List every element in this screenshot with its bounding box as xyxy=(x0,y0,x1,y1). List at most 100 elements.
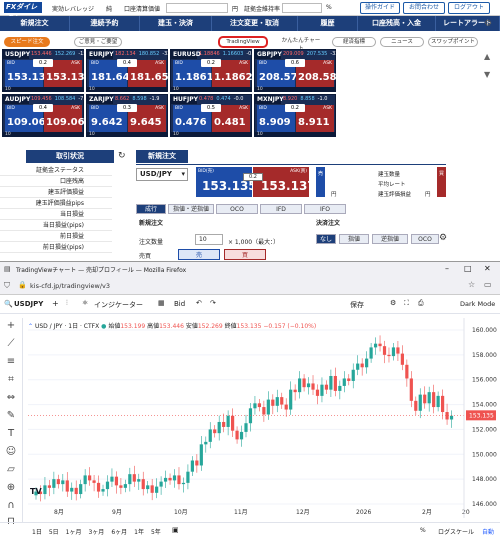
symbol-select[interactable]: USD/JPY ▾ xyxy=(136,168,188,181)
zoom-icon[interactable]: ⊕ xyxy=(4,482,18,494)
range-button[interactable]: 5日 xyxy=(49,527,59,536)
close-type-tab[interactable]: OCO xyxy=(411,234,439,244)
rate-panel[interactable]: EURUSD 1.18846 1.16603 -0.7 BID 1.18618 ASK 1.1… xyxy=(170,49,260,92)
nav-history[interactable]: 履歴 xyxy=(298,16,358,31)
rate-panel[interactable]: USDJPY 153.446 152.269 -15.7 BID 153.135 ASK 15… xyxy=(2,49,92,92)
camera-icon[interactable]: ⎙ xyxy=(418,299,424,308)
easy-chart-button[interactable]: かんたんチャート xyxy=(280,37,322,52)
auto-scale-toggle[interactable]: 自動 xyxy=(482,527,494,536)
rate-panel[interactable]: EURJPY 182.134 180.852 -32.2 BID 181.648 ASK 18… xyxy=(86,49,176,92)
rate-panel[interactable]: HUFJPY 0.478 0.474 -0.0 BID 0.476 ASK 0.481 0.5 1… xyxy=(170,94,252,137)
lock-icon[interactable]: 🔒 xyxy=(18,281,27,289)
economic-button[interactable]: 経済指標 xyxy=(332,37,376,47)
bar-type-icon[interactable]: ⫶ xyxy=(66,299,68,308)
brush-icon[interactable]: ✎ xyxy=(4,410,18,422)
contact-button[interactable]: お問合わせ xyxy=(403,2,445,14)
panel-lots[interactable]: 10 xyxy=(173,87,179,92)
nav-balance[interactable]: 口座残高・入金 xyxy=(358,16,436,31)
qty-input[interactable]: 10 xyxy=(195,234,223,245)
reader-icon[interactable]: ▭ xyxy=(484,280,492,289)
rate-panel[interactable]: MXNJPY 8.920 8.858 -1.0 BID 8.909 ASK 8.911 0.2 1… xyxy=(254,94,336,137)
nav-new-order[interactable]: 新規注文 xyxy=(0,16,70,31)
rate-panel[interactable]: AUDJPY 109.456 108.584 -7.9 BID 109.062 ASK 109… xyxy=(2,94,92,137)
panel-header: GBPJPY 209.009 207.535 -32.8 xyxy=(255,50,343,59)
panel-scroll[interactable]: ▲ ▼ xyxy=(484,52,494,96)
fullscreen-icon[interactable]: ⛶ xyxy=(404,299,409,308)
maximize-icon[interactable]: □ xyxy=(464,264,472,273)
range-button[interactable]: 5年 xyxy=(151,527,161,536)
nav-position[interactable]: 建玉・決済 xyxy=(140,16,212,31)
goto-date-icon[interactable]: ▣ xyxy=(172,526,179,534)
panel-lots[interactable]: 10 xyxy=(5,87,11,92)
undo-icon[interactable]: ↶ xyxy=(196,299,202,307)
gear-icon[interactable]: ⚙ xyxy=(484,19,492,29)
layout-icon[interactable]: ▦ xyxy=(158,299,165,307)
range-button[interactable]: 1年 xyxy=(134,527,144,536)
range-button[interactable]: 6ヶ月 xyxy=(111,527,127,536)
fib-icon[interactable]: ≡ xyxy=(4,356,18,368)
speed-order-button[interactable]: スピード注文 xyxy=(4,37,50,47)
tradingview-button[interactable]: TradingView xyxy=(218,36,268,48)
logout-button[interactable]: ログアウト xyxy=(448,2,490,14)
nav-continuous[interactable]: 連続予約 xyxy=(70,16,140,31)
order-type-tab[interactable]: 指値・逆指値 xyxy=(168,204,214,214)
log-scale-toggle[interactable]: ログスケール xyxy=(438,527,474,536)
darkmode-toggle[interactable]: Dark Mode xyxy=(460,300,495,308)
panel-lots[interactable]: 10 xyxy=(5,132,11,137)
order-bid-box[interactable]: BID(売) 153.135 xyxy=(196,167,257,197)
range-button[interactable]: 1ヶ月 xyxy=(66,527,82,536)
rate-panel[interactable]: GBPJPY 209.009 207.535 -32.8 BID 208.577 ASK 20… xyxy=(254,49,344,92)
buy-button[interactable]: 買 xyxy=(224,249,266,260)
close-type-tab[interactable]: 指値 xyxy=(339,234,369,244)
search-icon[interactable]: 🔍 xyxy=(4,300,13,308)
sell-button[interactable]: 売 xyxy=(178,249,220,260)
save-button[interactable]: 保存 xyxy=(350,300,364,310)
order-type-tab[interactable]: IFD xyxy=(260,204,302,214)
refresh-icon[interactable]: ↻ xyxy=(118,151,126,161)
panel-lots[interactable]: 10 xyxy=(89,87,95,92)
price-chart[interactable]: 160.000 158.000 156.000 154.000 152.000 150.0… xyxy=(24,318,500,518)
minimize-icon[interactable]: – xyxy=(445,264,449,273)
prediction-icon[interactable]: ⇔ xyxy=(4,392,18,404)
news-button[interactable]: ニュース xyxy=(380,37,424,47)
magnet-icon[interactable]: ∩ xyxy=(4,500,18,512)
trendline-icon[interactable]: ⟋ xyxy=(4,338,18,350)
order-ask-box[interactable]: ASK(買) 153.137 xyxy=(253,167,316,197)
nav-change-order[interactable]: 注文変更・取消 xyxy=(212,16,298,31)
close-type-tab[interactable]: なし xyxy=(316,234,336,244)
close-type-tab[interactable]: 逆指値 xyxy=(372,234,408,244)
panel-lots[interactable]: 10 xyxy=(89,132,95,137)
settings-icon[interactable]: ⚙ xyxy=(439,233,447,243)
redo-icon[interactable]: ↷ xyxy=(210,299,216,307)
emoji-icon[interactable]: ☺ xyxy=(4,446,18,458)
price-source[interactable]: Bid xyxy=(174,300,185,308)
candle-body xyxy=(132,474,136,482)
feedback-button[interactable]: ご意見・ご要望 xyxy=(74,37,122,47)
guide-button[interactable]: 操作ガイド xyxy=(360,2,400,14)
shield-icon[interactable]: ⛉ xyxy=(4,281,10,291)
tv-symbol[interactable]: USDJPY xyxy=(14,300,43,308)
rate-panel[interactable]: ZARJPY 8.662 8.598 -1.9 BID 9.642 ASK 9.645 0.3 1… xyxy=(86,94,168,137)
order-type-tab[interactable]: 成行 xyxy=(136,204,166,214)
status-row: 前日損益 xyxy=(0,232,112,242)
ruler-icon[interactable]: ▱ xyxy=(4,464,18,476)
order-type-tab[interactable]: OCO xyxy=(216,204,258,214)
range-button[interactable]: 1日 xyxy=(32,527,42,536)
bookmark-icon[interactable]: ☆ xyxy=(468,280,475,289)
crosshair-icon[interactable]: + xyxy=(4,320,18,332)
panel-lots[interactable]: 10 xyxy=(173,132,179,137)
settings-gear-icon[interactable]: ⚙ xyxy=(390,299,396,307)
panel-lots[interactable]: 10 xyxy=(257,132,263,137)
close-icon[interactable]: ✕ xyxy=(484,264,491,273)
swap-button[interactable]: スワップポイント xyxy=(428,37,478,47)
indicators-button[interactable]: インジケーター xyxy=(94,300,143,310)
pattern-icon[interactable]: ⌗ xyxy=(4,374,18,386)
range-button[interactable]: 3ヶ月 xyxy=(88,527,104,536)
panel-lots[interactable]: 10 xyxy=(257,87,263,92)
order-type-tab[interactable]: IFO xyxy=(304,204,346,214)
add-symbol-icon[interactable]: + xyxy=(52,299,59,308)
percent-toggle[interactable]: % xyxy=(420,527,426,534)
text-icon[interactable]: T xyxy=(4,428,18,440)
compare-icon[interactable]: ⚛ xyxy=(82,299,88,307)
url-field[interactable]: kis-cfd.jp/tradingview/v3 xyxy=(30,282,110,290)
